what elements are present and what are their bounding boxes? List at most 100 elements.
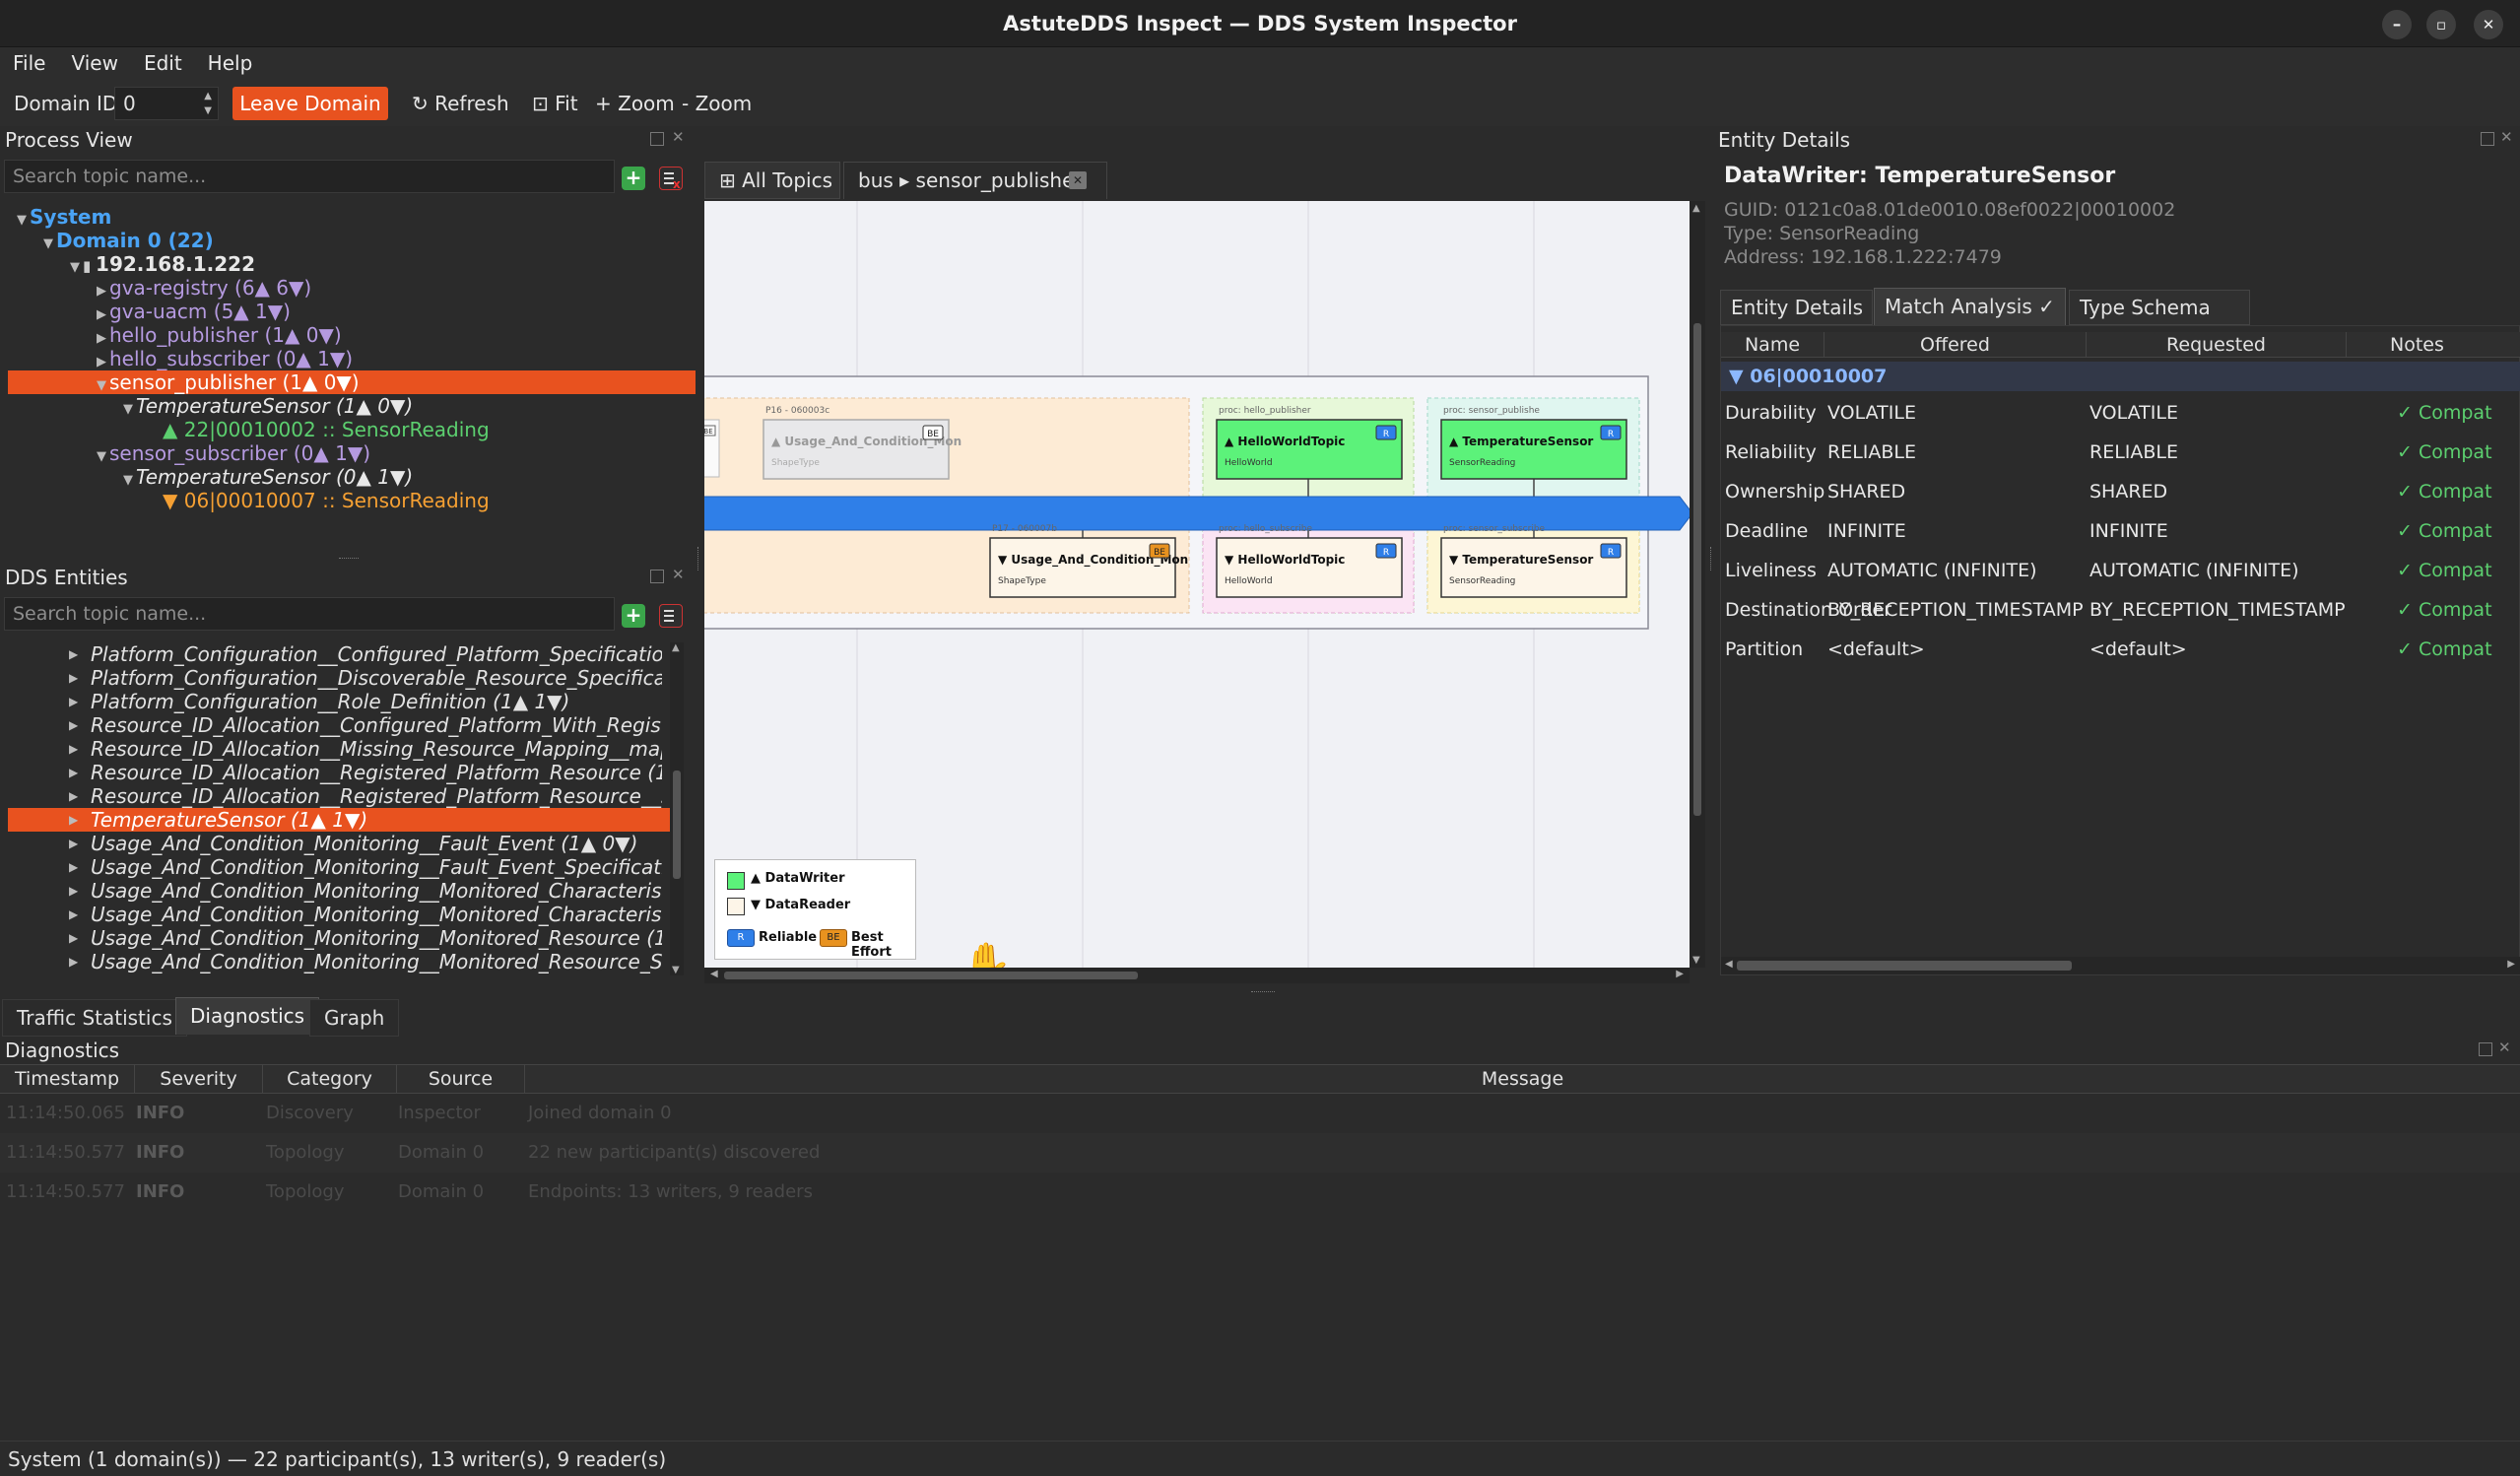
entity-topic-item[interactable]: ▶ Usage_And_Condition_Monitoring__Monitor… bbox=[0, 903, 662, 926]
menu-edit[interactable]: Edit bbox=[131, 47, 195, 75]
col-notes[interactable]: Notes bbox=[2346, 332, 2520, 358]
diagnostics-row[interactable]: 11:14:50.577 INFO Topology Domain 0 22 new p… bbox=[0, 1133, 2520, 1173]
entity-topic-item[interactable]: ▶ Platform_Configuration__Role_Definition… bbox=[0, 690, 662, 713]
entity-topic-item[interactable]: ▶ Resource_ID_Allocation__Registered_Plat… bbox=[0, 784, 662, 808]
tree-node[interactable]: ▶ gva-uacm (5▲ 1▼) bbox=[0, 300, 688, 323]
expand-arrow-icon[interactable]: ▶ bbox=[69, 761, 78, 784]
splitter-handle[interactable] bbox=[697, 547, 701, 570]
float-pane-icon[interactable] bbox=[2481, 132, 2494, 146]
close-pane-icon[interactable]: ✕ bbox=[2498, 1039, 2511, 1056]
collapse-arrow-icon[interactable]: ▶ bbox=[94, 280, 109, 300]
match-group-row[interactable]: ▼ 06|00010007 bbox=[1721, 362, 2520, 391]
entity-topic-item[interactable]: ▶ Usage_And_Condition_Monitoring__Monitor… bbox=[0, 950, 662, 973]
expand-arrow-icon[interactable]: ▼ bbox=[94, 445, 109, 465]
entity-topic-item[interactable]: ▶ Resource_ID_Allocation__Missing_Resourc… bbox=[0, 737, 662, 761]
close-window-button[interactable]: ✕ bbox=[2474, 10, 2503, 39]
qos-row[interactable]: Deadline INFINITE INFINITE ✓ Compat bbox=[1721, 511, 2520, 551]
tree-node[interactable]: ▼ sensor_subscriber (0▲ 1▼) bbox=[0, 441, 688, 465]
domain-id-spinbox[interactable]: 0 ▲ ▼ bbox=[114, 87, 219, 120]
tree-node[interactable]: ▼ sensor_publisher (1▲ 0▼) bbox=[8, 370, 696, 394]
entity-topic-item[interactable]: ▶ Usage_And_Condition_Monitoring__Monitor… bbox=[0, 879, 662, 903]
menu-file[interactable]: File bbox=[0, 47, 58, 75]
tree-node[interactable]: ▼ ▮ 192.168.1.222 bbox=[0, 252, 688, 276]
leave-domain-button[interactable]: Leave Domain bbox=[232, 87, 388, 120]
menu-view[interactable]: View bbox=[58, 47, 130, 75]
entity-topic-item[interactable]: ▶ Resource_ID_Allocation__Registered_Plat… bbox=[0, 761, 662, 784]
clear-filter-icon[interactable] bbox=[659, 604, 683, 628]
expand-arrow-icon[interactable]: ▶ bbox=[69, 713, 78, 737]
tree-node[interactable]: ▼ System bbox=[0, 205, 688, 229]
process-search-input[interactable]: Search topic name... bbox=[4, 160, 615, 193]
tab-traffic-statistics[interactable]: Traffic Statistics bbox=[2, 999, 187, 1037]
qos-row[interactable]: Ownership SHARED SHARED ✓ Compat bbox=[1721, 472, 2520, 511]
graph-hscrollbar[interactable]: ◀ ▶ bbox=[704, 968, 1690, 983]
expand-arrow-icon[interactable]: ▼ bbox=[94, 374, 109, 394]
match-hscrollbar[interactable]: ◀ ▶ bbox=[1721, 957, 2520, 974]
diagnostics-row[interactable]: 11:14:50.577 INFO Topology Domain 0 Endpoint… bbox=[0, 1173, 2520, 1212]
entity-topic-item[interactable]: ▶ Platform_Configuration__Configured_Plat… bbox=[0, 642, 662, 666]
close-pane-icon[interactable]: ✕ bbox=[672, 566, 685, 583]
expand-arrow-icon[interactable]: ▶ bbox=[69, 832, 78, 855]
close-pane-icon[interactable]: ✕ bbox=[2500, 128, 2513, 146]
graph-svg[interactable]: P16 - 060003c▲ Usage_And_Condition_MonSh… bbox=[704, 201, 1690, 968]
expand-arrow-icon[interactable]: ▶ bbox=[69, 903, 78, 926]
entities-search-input[interactable]: Search topic name... bbox=[4, 597, 615, 631]
expand-arrow-icon[interactable]: ▼ bbox=[67, 256, 83, 276]
expand-arrow-icon[interactable]: ▼ bbox=[14, 209, 30, 229]
graph-canvas[interactable]: P16 - 060003c ▲ Usage_And_Condition_Mon Sh… bbox=[704, 201, 1690, 968]
entity-topic-item[interactable]: ▶ Usage_And_Condition_Monitoring__Monitor… bbox=[0, 926, 662, 950]
fit-button[interactable]: ⊡ Fit bbox=[532, 87, 578, 120]
zoom-in-button[interactable]: + Zoom bbox=[595, 87, 675, 120]
tree-node[interactable]: ▼ TemperatureSensor (0▲ 1▼) bbox=[0, 465, 688, 489]
qos-row[interactable]: Durability VOLATILE VOLATILE ✓ Compat bbox=[1721, 393, 2520, 433]
tree-node[interactable]: ▼ TemperatureSensor (1▲ 0▼) bbox=[0, 394, 688, 418]
close-tab-icon[interactable]: ✕ bbox=[1069, 171, 1087, 189]
expand-arrow-icon[interactable]: ▶ bbox=[69, 690, 78, 713]
tab-all-topics[interactable]: ⊞ All Topics bbox=[704, 162, 840, 199]
refresh-button[interactable]: ↻ Refresh bbox=[412, 87, 509, 120]
collapse-arrow-icon[interactable]: ▶ bbox=[94, 327, 109, 347]
collapse-arrow-icon[interactable]: ▶ bbox=[94, 303, 109, 323]
spin-up-icon[interactable]: ▲ bbox=[204, 90, 212, 103]
topic-node-box[interactable] bbox=[1216, 419, 1403, 480]
topic-node-box[interactable] bbox=[1440, 419, 1627, 480]
float-pane-icon[interactable] bbox=[650, 570, 664, 583]
entities-list[interactable]: ▶ Platform_Configuration__Configured_Plat… bbox=[0, 642, 670, 975]
tree-node[interactable]: ▲ 22|00010002 :: SensorReading bbox=[0, 418, 688, 441]
menu-help[interactable]: Help bbox=[195, 47, 266, 75]
col-severity[interactable]: Severity bbox=[134, 1065, 262, 1093]
close-pane-icon[interactable]: ✕ bbox=[672, 128, 685, 146]
topic-node-box[interactable] bbox=[1216, 537, 1403, 598]
expand-arrow-icon[interactable]: ▶ bbox=[69, 926, 78, 950]
col-source[interactable]: Source bbox=[396, 1065, 524, 1093]
maximize-button[interactable]: ▫ bbox=[2426, 10, 2456, 39]
expand-arrow-icon[interactable]: ▼ bbox=[120, 469, 136, 489]
col-name[interactable]: Name bbox=[1721, 332, 1824, 358]
col-category[interactable]: Category bbox=[262, 1065, 396, 1093]
col-timestamp[interactable]: Timestamp bbox=[0, 1065, 134, 1093]
expand-arrow-icon[interactable]: ▶ bbox=[69, 950, 78, 973]
tab-entity-details[interactable]: Entity Details bbox=[1720, 290, 1873, 325]
clear-filter-icon[interactable]: x bbox=[659, 167, 683, 190]
tree-node[interactable]: ▶ hello_publisher (1▲ 0▼) bbox=[0, 323, 688, 347]
minimize-button[interactable]: – bbox=[2382, 10, 2412, 39]
entities-scrollbar[interactable]: ▲ ▼ bbox=[670, 642, 684, 975]
collapse-arrow-icon[interactable]: ▶ bbox=[94, 351, 109, 370]
tab-match-analysis[interactable]: Match Analysis ✓ 1 bbox=[1874, 288, 2066, 354]
entity-topic-item[interactable]: ▶ Platform_Configuration__Discoverable_Re… bbox=[0, 666, 662, 690]
entity-topic-item[interactable]: ▶ Usage_And_Condition_Monitoring__Fault_E… bbox=[0, 855, 662, 879]
expand-arrow-icon[interactable]: ▶ bbox=[69, 808, 78, 832]
qos-row[interactable]: Destination Order BY_RECEPTION_TIMESTAMP B… bbox=[1721, 590, 2520, 630]
entity-topic-item[interactable]: ▶ Resource_ID_Allocation__Configured_Plat… bbox=[0, 713, 662, 737]
topic-node-box[interactable] bbox=[989, 537, 1176, 598]
add-filter-icon[interactable]: + bbox=[622, 604, 645, 628]
expand-arrow-icon[interactable]: ▶ bbox=[69, 855, 78, 879]
tree-node[interactable]: ▼ Domain 0 (22) bbox=[0, 229, 688, 252]
qos-row[interactable]: Liveliness AUTOMATIC (INFINITE) AUTOMATIC … bbox=[1721, 551, 2520, 590]
expand-arrow-icon[interactable]: ▶ bbox=[69, 666, 78, 690]
expand-arrow-icon[interactable]: ▼ bbox=[120, 398, 136, 418]
expand-arrow-icon[interactable]: ▶ bbox=[69, 784, 78, 808]
add-filter-icon[interactable]: + bbox=[622, 167, 645, 190]
splitter-handle[interactable] bbox=[1710, 547, 1714, 570]
expand-arrow-icon[interactable]: ▶ bbox=[69, 642, 78, 666]
